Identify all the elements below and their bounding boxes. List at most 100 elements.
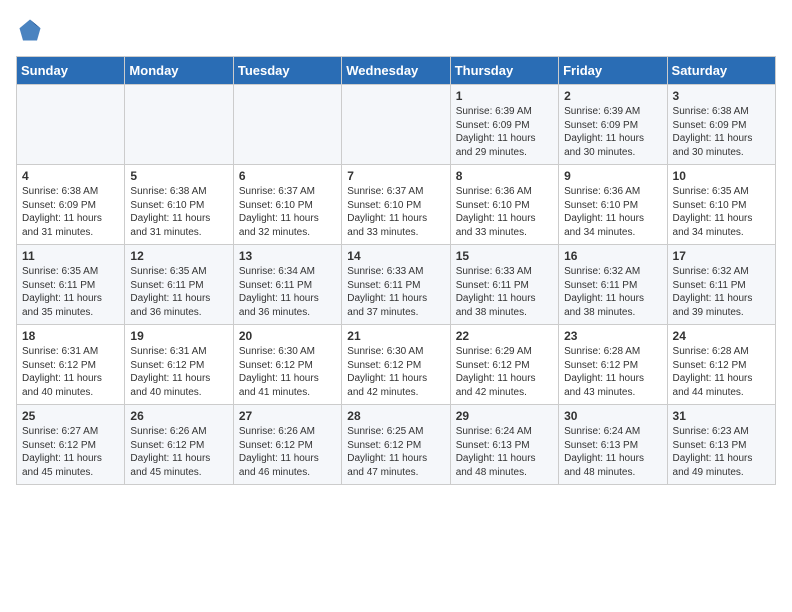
calendar-cell: 15Sunrise: 6:33 AM Sunset: 6:11 PM Dayli… (450, 245, 558, 325)
week-row-4: 18 Sunrise: 6:31 AM Sunset: 6:12 PM Dayli… (17, 325, 776, 405)
calendar-cell: 7 Sunrise: 6:37 AM Sunset: 6:10 PM Daylig… (342, 165, 450, 245)
day-number: 4 (22, 169, 119, 183)
day-info: Sunrise: 6:36 AM Sunset: 6:10 PM Dayligh… (564, 185, 661, 239)
day-number: 25 (22, 409, 119, 423)
day-info: Sunrise: 6:23 AM Sunset: 6:13 PM Dayligh… (673, 425, 770, 479)
day-info: Sunrise: 6:26 AM Sunset: 6:12 PM Dayligh… (239, 425, 336, 479)
calendar-cell: 10 Sunrise: 6:35 AM Sunset: 6:10 PM Dayli… (667, 165, 775, 245)
calendar-cell: 12 Sunrise: 6:35 AM Sunset: 6:11 PM Dayli… (125, 245, 233, 325)
calendar-cell (342, 85, 450, 165)
day-number: 11 (22, 249, 119, 263)
day-number: 13 (239, 249, 336, 263)
day-number: 18 (22, 329, 119, 343)
day-header-thursday: Thursday (450, 57, 558, 85)
day-number: 31 (673, 409, 770, 423)
day-number: 20 (239, 329, 336, 343)
day-info: Sunrise: 6:31 AM Sunset: 6:12 PM Dayligh… (22, 345, 119, 399)
calendar-cell: 23 Sunrise: 6:28 AM Sunset: 6:12 PM Dayli… (559, 325, 667, 405)
calendar-cell: 26 Sunrise: 6:26 AM Sunset: 6:12 PM Dayli… (125, 405, 233, 485)
week-row-3: 11 Sunrise: 6:35 AM Sunset: 6:11 PM Dayli… (17, 245, 776, 325)
calendar-cell: 11 Sunrise: 6:35 AM Sunset: 6:11 PM Dayli… (17, 245, 125, 325)
day-info: Sunrise: 6:30 AM Sunset: 6:12 PM Dayligh… (239, 345, 336, 399)
calendar-cell: 17Sunrise: 6:32 AM Sunset: 6:11 PM Dayli… (667, 245, 775, 325)
calendar-cell: 5Sunrise: 6:38 AM Sunset: 6:10 PM Daylig… (125, 165, 233, 245)
calendar-cell: 18 Sunrise: 6:31 AM Sunset: 6:12 PM Dayli… (17, 325, 125, 405)
day-info: Sunrise: 6:31 AM Sunset: 6:12 PM Dayligh… (130, 345, 227, 399)
day-info: Sunrise: 6:35 AM Sunset: 6:11 PM Dayligh… (22, 265, 119, 319)
day-info: Sunrise: 6:35 AM Sunset: 6:11 PM Dayligh… (130, 265, 227, 319)
calendar-cell (125, 85, 233, 165)
day-info: Sunrise: 6:38 AM Sunset: 6:09 PM Dayligh… (22, 185, 119, 239)
day-number: 9 (564, 169, 661, 183)
day-number: 24 (673, 329, 770, 343)
day-number: 15 (456, 249, 553, 263)
day-info: Sunrise: 6:29 AM Sunset: 6:12 PM Dayligh… (456, 345, 553, 399)
week-row-5: 25 Sunrise: 6:27 AM Sunset: 6:12 PM Dayli… (17, 405, 776, 485)
day-number: 7 (347, 169, 444, 183)
calendar-cell: 2Sunrise: 6:39 AM Sunset: 6:09 PM Daylig… (559, 85, 667, 165)
calendar-cell: 1 Sunrise: 6:39 AM Sunset: 6:09 PM Daylig… (450, 85, 558, 165)
calendar-cell: 21Sunrise: 6:30 AM Sunset: 6:12 PM Dayli… (342, 325, 450, 405)
day-number: 30 (564, 409, 661, 423)
day-info: Sunrise: 6:35 AM Sunset: 6:10 PM Dayligh… (673, 185, 770, 239)
day-header-saturday: Saturday (667, 57, 775, 85)
calendar-cell: 30 Sunrise: 6:24 AM Sunset: 6:13 PM Dayli… (559, 405, 667, 485)
day-number: 1 (456, 89, 553, 103)
week-row-1: 1 Sunrise: 6:39 AM Sunset: 6:09 PM Daylig… (17, 85, 776, 165)
day-number: 12 (130, 249, 227, 263)
day-info: Sunrise: 6:37 AM Sunset: 6:10 PM Dayligh… (239, 185, 336, 239)
day-number: 3 (673, 89, 770, 103)
day-number: 23 (564, 329, 661, 343)
day-number: 17 (673, 249, 770, 263)
calendar-cell: 3 Sunrise: 6:38 AM Sunset: 6:09 PM Daylig… (667, 85, 775, 165)
day-info: Sunrise: 6:26 AM Sunset: 6:12 PM Dayligh… (130, 425, 227, 479)
day-number: 5 (130, 169, 227, 183)
day-number: 29 (456, 409, 553, 423)
day-header-monday: Monday (125, 57, 233, 85)
logo (16, 16, 48, 44)
day-number: 19 (130, 329, 227, 343)
day-info: Sunrise: 6:39 AM Sunset: 6:09 PM Dayligh… (456, 105, 553, 159)
calendar-cell: 28 Sunrise: 6:25 AM Sunset: 6:12 PM Dayli… (342, 405, 450, 485)
day-info: Sunrise: 6:38 AM Sunset: 6:09 PM Dayligh… (673, 105, 770, 159)
day-info: Sunrise: 6:27 AM Sunset: 6:12 PM Dayligh… (22, 425, 119, 479)
day-number: 10 (673, 169, 770, 183)
day-info: Sunrise: 6:28 AM Sunset: 6:12 PM Dayligh… (564, 345, 661, 399)
calendar-cell: 14Sunrise: 6:33 AM Sunset: 6:11 PM Dayli… (342, 245, 450, 325)
logo-icon (16, 16, 44, 44)
day-number: 27 (239, 409, 336, 423)
day-number: 28 (347, 409, 444, 423)
calendar-cell: 25 Sunrise: 6:27 AM Sunset: 6:12 PM Dayli… (17, 405, 125, 485)
day-header-wednesday: Wednesday (342, 57, 450, 85)
calendar-cell: 27 Sunrise: 6:26 AM Sunset: 6:12 PM Dayli… (233, 405, 341, 485)
day-header-friday: Friday (559, 57, 667, 85)
day-info: Sunrise: 6:28 AM Sunset: 6:12 PM Dayligh… (673, 345, 770, 399)
day-number: 22 (456, 329, 553, 343)
calendar-cell: 9 Sunrise: 6:36 AM Sunset: 6:10 PM Daylig… (559, 165, 667, 245)
day-info: Sunrise: 6:24 AM Sunset: 6:13 PM Dayligh… (564, 425, 661, 479)
calendar-cell: 29 Sunrise: 6:24 AM Sunset: 6:13 PM Dayli… (450, 405, 558, 485)
calendar-table: SundayMondayTuesdayWednesdayThursdayFrid… (16, 56, 776, 485)
day-number: 6 (239, 169, 336, 183)
day-info: Sunrise: 6:37 AM Sunset: 6:10 PM Dayligh… (347, 185, 444, 239)
calendar-cell: 31 Sunrise: 6:23 AM Sunset: 6:13 PM Dayli… (667, 405, 775, 485)
day-info: Sunrise: 6:25 AM Sunset: 6:12 PM Dayligh… (347, 425, 444, 479)
day-header-tuesday: Tuesday (233, 57, 341, 85)
calendar-cell (17, 85, 125, 165)
calendar-cell: 4 Sunrise: 6:38 AM Sunset: 6:09 PM Daylig… (17, 165, 125, 245)
calendar-cell: 6 Sunrise: 6:37 AM Sunset: 6:10 PM Daylig… (233, 165, 341, 245)
day-number: 26 (130, 409, 227, 423)
day-info: Sunrise: 6:24 AM Sunset: 6:13 PM Dayligh… (456, 425, 553, 479)
day-info: Sunrise: 6:32 AM Sunset: 6:11 PM Dayligh… (564, 265, 661, 319)
calendar-cell: 13Sunrise: 6:34 AM Sunset: 6:11 PM Dayli… (233, 245, 341, 325)
calendar-body: 1 Sunrise: 6:39 AM Sunset: 6:09 PM Daylig… (17, 85, 776, 485)
calendar-cell: 8Sunrise: 6:36 AM Sunset: 6:10 PM Daylig… (450, 165, 558, 245)
calendar-cell: 16Sunrise: 6:32 AM Sunset: 6:11 PM Dayli… (559, 245, 667, 325)
calendar-cell: 24 Sunrise: 6:28 AM Sunset: 6:12 PM Dayli… (667, 325, 775, 405)
calendar-cell: 20 Sunrise: 6:30 AM Sunset: 6:12 PM Dayli… (233, 325, 341, 405)
page-header (16, 16, 776, 44)
day-info: Sunrise: 6:30 AM Sunset: 6:12 PM Dayligh… (347, 345, 444, 399)
day-info: Sunrise: 6:33 AM Sunset: 6:11 PM Dayligh… (347, 265, 444, 319)
day-number: 2 (564, 89, 661, 103)
day-number: 8 (456, 169, 553, 183)
